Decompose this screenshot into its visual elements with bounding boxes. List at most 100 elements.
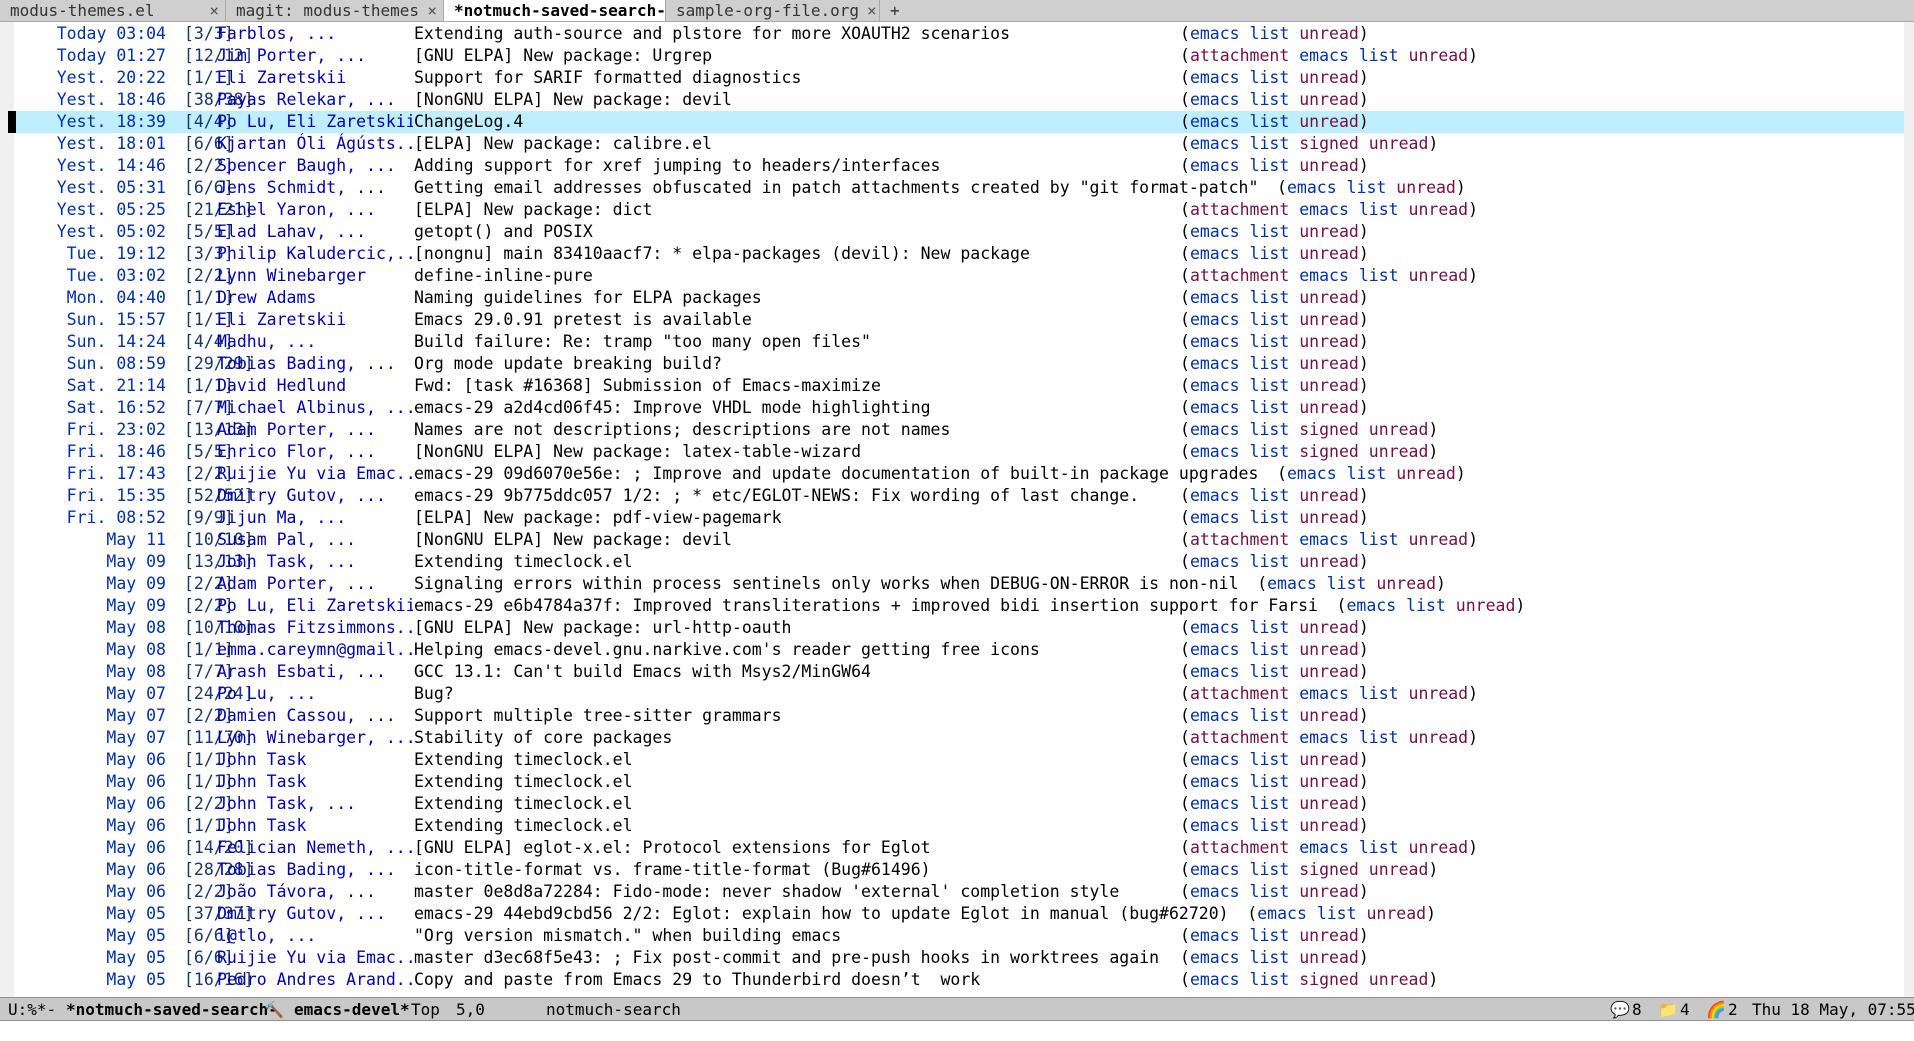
modeline-position: Top [411,1000,440,1019]
thread-tag: attachment [1189,200,1290,219]
modeline-datetime: Thu 18 May, 07:55 [1752,1000,1914,1019]
thread-tag: list [1249,420,1290,439]
thread-row[interactable]: Today 01:27 [12/12] Jim Porter, ... [GNU EL… [14,45,1904,67]
thread-date: May 06 [106,838,166,857]
tags-open-paren: ( [1180,662,1190,681]
thread-row[interactable]: Tue. 03:02 [2/2] Lynn Winebarger define-inl… [14,265,1904,287]
thread-row[interactable]: May 06 [1/1] John Task Extending timeclock.… [14,749,1904,771]
thread-tag: unread [1299,486,1359,505]
notmuch-search-buffer[interactable]: Today 03:04 [3/3] Farblos, ... Extending au… [0,22,1914,997]
thread-row[interactable]: Yest. 14:46 [2/2] Spencer Baugh, ... Adding… [14,155,1904,177]
thread-tag: list [1249,332,1290,351]
new-tab-button[interactable]: + [880,0,910,21]
thread-tag: emacs [1189,970,1240,989]
thread-row[interactable]: Mon. 04:40 [1/1] Drew Adams Naming guidelin… [14,287,1904,309]
thread-row[interactable]: May 05 [16/16] Pedro Andres Arand... Copy a… [14,969,1904,991]
thread-row[interactable]: May 05 [6/6] l@tlo, ... "Org version mismat… [14,925,1904,947]
left-fringe [0,22,14,997]
thread-authors: Ruijie Yu via Emac... [217,464,413,483]
thread-tag: emacs [1189,420,1240,439]
tags-close-paren: ) [1358,398,1369,417]
thread-row[interactable]: May 09 [2/2] Po Lu, Eli Zaretskii emacs-29 … [14,595,1904,617]
thread-date: Yest. 05:31 [56,178,166,197]
thread-tag: emacs [1189,222,1240,241]
thread-row[interactable]: Today 03:04 [3/3] Farblos, ... Extending au… [14,23,1904,45]
thread-row[interactable]: May 07 [11/70] Lynn Winebarger, ... Stabili… [14,727,1904,749]
thread-authors: Michael Albinus, ... [217,398,413,417]
thread-row[interactable]: Yest. 05:02 [5/5] Elad Lahav, ... getopt() … [14,221,1904,243]
thread-date: May 06 [106,794,166,813]
close-icon[interactable]: × [427,1,437,20]
modeline-major-mode[interactable]: notmuch-search [546,998,681,1022]
thread-row[interactable]: May 08 [7/7] Arash Esbati, ... GCC 13.1: Ca… [14,661,1904,683]
thread-subject: icon-title-format vs. frame-title-format… [414,860,931,879]
thread-row[interactable]: May 09 [2/2] Adam Porter, ... Signaling err… [14,573,1904,595]
thread-row[interactable]: May 08 [10/10] Thomas Fitzsimmons... [GNU E… [14,617,1904,639]
thread-row[interactable]: Fri. 18:46 [5/5] Enrico Flor, ... [NonGNU E… [14,441,1904,463]
thread-tag: list [1249,640,1290,659]
thread-tag: list [1358,200,1399,219]
tags-close-paren: ) [1358,244,1369,263]
thread-row[interactable]: Yest. 18:46 [38/38] Payas Relekar, ... [Non… [14,89,1904,111]
thread-row[interactable]: May 06 [1/1] John Task Extending timeclock.… [14,815,1904,837]
echo-area[interactable] [0,1021,1914,1041]
tab-sample-org-file[interactable]: sample-org-file.org × [666,0,880,21]
thread-tag: list [1249,310,1290,329]
close-icon[interactable]: × [209,1,219,20]
tab-modus-themes-el[interactable]: modus-themes.el × [0,0,226,21]
thread-row[interactable]: Sun. 15:57 [1/1] Eli Zaretskii Emacs 29.0.9… [14,309,1904,331]
thread-tag: emacs [1189,112,1240,131]
thread-row[interactable]: May 06 [2/2] João Távora, ... master 0e8d8a… [14,881,1904,903]
tags-open-paren: ( [1180,860,1190,879]
thread-tag: list [1358,684,1399,703]
thread-row[interactable]: May 07 [24/24] Po Lu, ... Bug? (attachment e… [14,683,1904,705]
modeline-query[interactable]: emacs-devel* [294,998,410,1022]
thread-authors: Payas Relekar, ... [217,90,396,109]
modeline-buffer-name[interactable]: *notmuch-saved-search- [66,998,278,1022]
thread-tag: list [1249,706,1290,725]
tags-open-paren: ( [1277,178,1287,197]
thread-tag: list [1249,376,1290,395]
thread-row[interactable]: May 05 [37/37] Dmitry Gutov, ... emacs-29 4… [14,903,1904,925]
right-fringe [1904,22,1914,997]
tags-open-paren: ( [1180,750,1190,769]
thread-row[interactable]: Fri. 15:35 [52/52] Dmitry Gutov, ... emacs-… [14,485,1904,507]
thread-row[interactable]: May 06 [28/28] Tobias Bading, ... icon-titl… [14,859,1904,881]
tab-notmuch-saved-search[interactable]: *notmuch-saved-search-* × [444,0,666,21]
thread-row[interactable]: May 09 [13/13] John Task, ... Extending tim… [14,551,1904,573]
thread-row[interactable]: Yest. 18:01 [6/6] Kjartan Óli Ágústs... [EL… [14,133,1904,155]
thread-row[interactable]: Tue. 19:12 [3/3] Philip Kaludercic,... [non… [14,243,1904,265]
thread-row[interactable]: Sat. 16:52 [7/7] Michael Albinus, ... emacs… [14,397,1904,419]
thread-row[interactable]: May 06 [1/1] John Task Extending timeclock.… [14,771,1904,793]
thread-row[interactable]: May 08 [1/1] emma.careymn@gmail... Helping … [14,639,1904,661]
thread-row[interactable]: Fri. 08:52 [9/9] Jijun Ma, ... [ELPA] New p… [14,507,1904,529]
thread-row[interactable]: May 11 [10/10] Susam Pal, ... [NonGNU ELPA]… [14,529,1904,551]
thread-row[interactable]: May 05 [6/6] Ruijie Yu via Emac... master d… [14,947,1904,969]
thread-row[interactable]: Yest. 18:39 [4/4] Po Lu, Eli Zaretskii Chan… [14,111,1904,133]
close-icon[interactable]: × [867,1,877,20]
thread-row[interactable]: Yest. 05:31 [6/6] Jens Schmidt, ... Getting… [14,177,1904,199]
thread-row[interactable]: Sun. 14:24 [4/4] Madhu, ... Build failure: … [14,331,1904,353]
thread-tag: emacs [1189,68,1240,87]
tab-magit-modus-themes[interactable]: magit: modus-themes × [226,0,444,21]
thread-authors: Tobias Bading, ... [217,354,396,373]
thread-tag: unread [1299,508,1359,527]
thread-row[interactable]: Fri. 17:43 [2/2] Ruijie Yu via Emac... emac… [14,463,1904,485]
thread-tags: (emacs list signed unread) [1180,441,1438,463]
thread-row[interactable]: May 07 [2/2] Damien Cassou, ... Support mul… [14,705,1904,727]
tags-open-paren: ( [1180,112,1190,131]
tags-open-paren: ( [1180,244,1190,263]
thread-row[interactable]: Fri. 23:02 [13/13] Adam Porter, ... Names a… [14,419,1904,441]
thread-row[interactable]: May 06 [14/20] Felician Nemeth, ... [GNU EL… [14,837,1904,859]
thread-row[interactable]: Sun. 08:59 [29/29] Tobias Bading, ... Org m… [14,353,1904,375]
tags-open-paren: ( [1180,530,1190,549]
thread-row[interactable]: Yest. 20:22 [1/1] Eli Zaretskii Support for… [14,67,1904,89]
thread-row[interactable]: May 06 [2/2] John Task, ... Extending timec… [14,793,1904,815]
thread-tag: list [1249,618,1290,637]
thread-authors: Arash Esbati, ... [217,662,386,681]
thread-row[interactable]: Yest. 05:25 [21/21] Eshel Yaron, ... [ELPA]… [14,199,1904,221]
tab-label: modus-themes.el [10,1,155,20]
thread-tag: emacs [1189,772,1240,791]
thread-tag: list [1358,838,1399,857]
thread-row[interactable]: Sat. 21:14 [1/1] David Hedlund Fwd: [task #… [14,375,1904,397]
